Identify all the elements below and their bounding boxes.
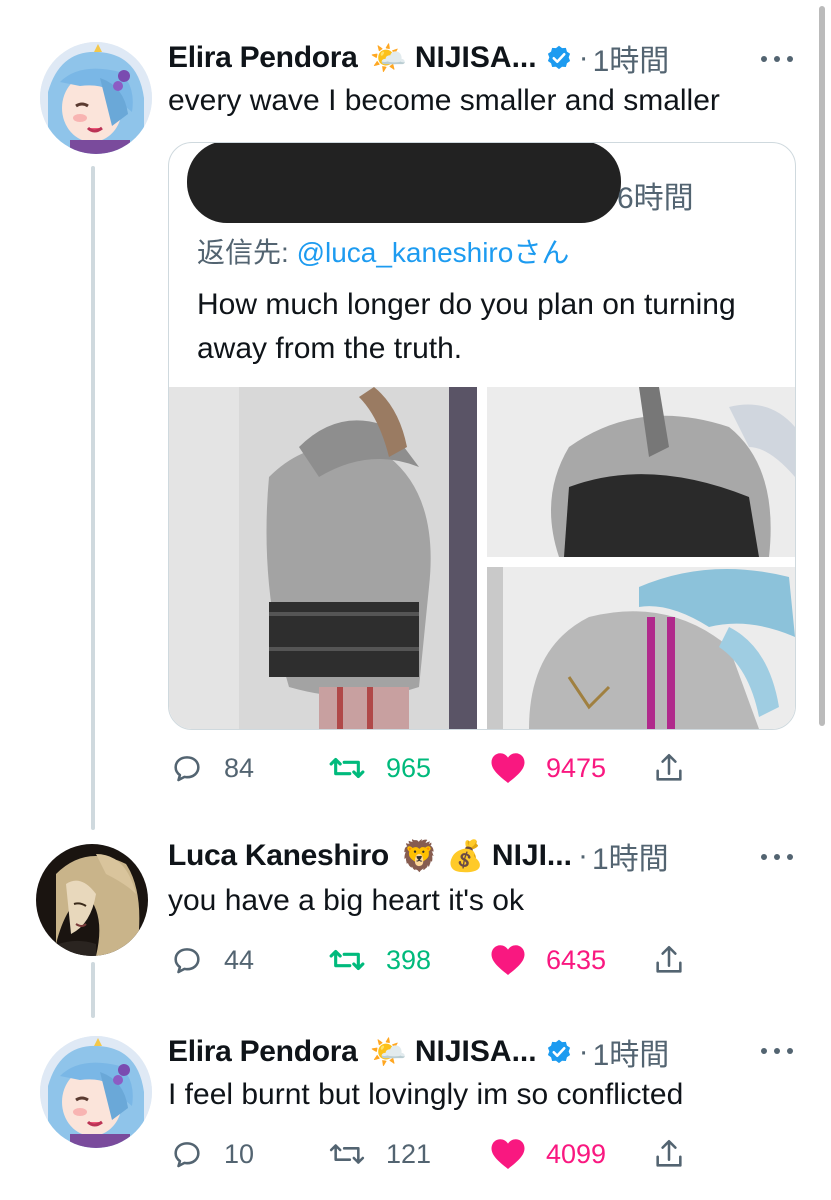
media-image-left	[169, 387, 477, 729]
heart-filled-icon	[491, 753, 525, 783]
like-button[interactable]: 9475	[490, 748, 606, 788]
reply-button[interactable]: 84	[170, 748, 254, 788]
reply-to-line: 返信先: @luca_kaneshiroさん	[197, 231, 569, 271]
thread-line	[91, 166, 95, 830]
reply-button[interactable]: 10	[170, 1134, 254, 1174]
retweet-count: 121	[386, 1138, 432, 1169]
share-button[interactable]	[652, 1134, 686, 1174]
author-name[interactable]: Luca Kaneshiro	[168, 839, 389, 873]
more-options-icon[interactable]	[757, 44, 797, 74]
more-options-icon[interactable]	[757, 842, 797, 872]
share-icon	[656, 945, 682, 973]
retweet-icon	[329, 1144, 365, 1164]
reply-count: 10	[224, 1138, 255, 1169]
reply-button[interactable]: 44	[170, 940, 254, 980]
tweet-time[interactable]: 1時間	[593, 1030, 670, 1074]
quoted-media-grid[interactable]	[169, 387, 795, 729]
share-button[interactable]	[652, 748, 686, 788]
retweet-icon	[329, 949, 365, 971]
quoted-tweet-text: How much longer do you plan on turning a…	[197, 288, 736, 365]
verified-badge-icon	[545, 1038, 573, 1066]
avatar-luca[interactable]	[36, 844, 148, 956]
retweet-button[interactable]: 121	[328, 1134, 431, 1174]
redacted-author	[187, 143, 621, 223]
like-count: 4099	[546, 1138, 607, 1169]
reply-prefix: 返信先:	[197, 237, 297, 268]
tweet-text: I feel burnt but lovingly im so conflict…	[168, 1078, 684, 1111]
more-options-icon[interactable]	[757, 1036, 797, 1066]
share-button[interactable]	[652, 940, 686, 980]
retweet-icon	[329, 757, 365, 779]
media-image-bottom-right	[487, 567, 795, 729]
tweet-header: Luca Kaneshiro 🦁 💰 NIJI... · 1時間	[168, 836, 669, 876]
like-button[interactable]: 4099	[490, 1134, 606, 1174]
sun-cloud-emoji-icon: 🌤️	[369, 1035, 407, 1069]
author-subtitle[interactable]: NIJI...	[492, 839, 572, 873]
author-subtitle[interactable]: NIJISA...	[415, 1035, 537, 1069]
reply-count: 84	[224, 752, 255, 783]
separator-dot: ·	[578, 41, 589, 74]
heart-filled-icon	[491, 945, 525, 975]
tweet-time[interactable]: 1時間	[592, 834, 669, 878]
reply-suffix: さん	[513, 237, 570, 268]
reply-icon	[174, 1142, 200, 1168]
thread-line	[91, 962, 95, 1018]
share-icon	[656, 753, 682, 781]
tweet-actions: 10 121 4099	[168, 1134, 728, 1174]
lion-money-emoji-icon: 🦁 💰	[400, 839, 484, 873]
media-image-top-right	[487, 387, 795, 557]
retweet-button[interactable]: 398	[328, 940, 431, 980]
reply-icon	[174, 948, 200, 974]
tweet-text: you have a big heart it's ok	[168, 884, 524, 917]
retweet-count: 398	[386, 944, 432, 975]
reply-mention-link[interactable]: @luca_kaneshiro	[297, 237, 514, 268]
tweet-time[interactable]: 1時間	[593, 36, 670, 80]
tweet-actions: 84 965 9475	[168, 748, 728, 788]
tweet-header: Elira Pendora 🌤️ NIJISA... · 1時間	[168, 38, 669, 78]
sun-cloud-emoji-icon: 🌤️	[369, 41, 407, 75]
verified-badge-icon	[545, 44, 573, 72]
author-subtitle[interactable]: NIJISA...	[415, 41, 537, 75]
tweet-text: every wave I become smaller and smaller	[168, 84, 720, 117]
quoted-tweet-time: 6時間	[617, 182, 694, 215]
heart-filled-icon	[491, 1139, 525, 1169]
like-count: 6435	[546, 944, 607, 975]
share-icon	[656, 1139, 682, 1167]
separator-dot: ·	[578, 1035, 589, 1068]
retweet-button[interactable]: 965	[328, 748, 431, 788]
avatar-elira[interactable]	[40, 1036, 152, 1148]
author-name[interactable]: Elira Pendora	[168, 1035, 358, 1069]
retweet-count: 965	[386, 752, 432, 783]
separator-dot: ·	[577, 839, 588, 872]
reply-count: 44	[224, 944, 255, 975]
author-name[interactable]: Elira Pendora	[168, 41, 358, 75]
avatar-elira[interactable]	[40, 42, 152, 154]
tweet-header: Elira Pendora 🌤️ NIJISA... · 1時間	[168, 1032, 669, 1072]
like-button[interactable]: 6435	[490, 940, 606, 980]
quoted-tweet[interactable]: 6時間 返信先: @luca_kaneshiroさん How much long…	[168, 142, 796, 730]
reply-icon	[174, 756, 200, 782]
tweet-actions: 44 398 6435	[168, 940, 728, 980]
scrollbar[interactable]	[819, 6, 825, 726]
like-count: 9475	[546, 752, 607, 783]
